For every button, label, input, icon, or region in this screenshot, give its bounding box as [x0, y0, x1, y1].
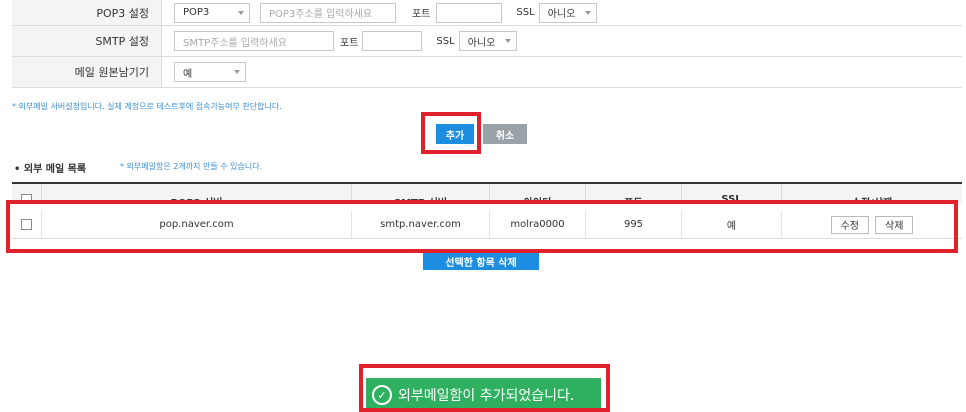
keep-original-label: 메일 원본남기기: [12, 57, 162, 87]
column-header-edit-delete: 수정/삭제: [851, 198, 893, 204]
chevron-down-icon: [584, 10, 591, 15]
keep-original-row: 메일 원본남기기 예: [12, 57, 962, 88]
pop3-ssl-label: SSL: [516, 7, 535, 18]
column-header-id: 아이디: [490, 184, 586, 204]
pop3-protocol-select[interactable]: POP3: [174, 2, 250, 23]
row-checkbox[interactable]: [21, 219, 32, 230]
cell-pop3: pop.naver.com: [42, 211, 352, 238]
pop3-address-input[interactable]: POP3주소를 입력하세요: [260, 2, 396, 23]
pop3-ssl-select[interactable]: 아니오: [538, 2, 597, 23]
pop3-port-label: 포트: [412, 9, 431, 20]
external-mail-list-title: • 외부 메일 목록: [14, 164, 87, 175]
cell-actions: 수정 삭제: [782, 211, 962, 238]
smtp-address-input[interactable]: SMTP주소를 입력하세요: [174, 31, 334, 51]
pop3-settings-label: POP3 설정: [12, 0, 162, 25]
toast-message: 외부메일함이 추가되었습니다.: [398, 388, 575, 404]
select-all-checkbox[interactable]: [21, 194, 32, 204]
cell-port: 995: [586, 211, 682, 238]
row-checkbox-cell: [12, 211, 42, 238]
cancel-button[interactable]: 취소: [483, 124, 527, 144]
server-notice: * 외부메일 서버설정입니다. 실제 계정으로 테스트후에 접속가능여부 판단합…: [12, 102, 282, 111]
table-header: POP3 서버 SMTP 서버 아이디 포트 SSL 수정/삭제: [12, 182, 962, 204]
smtp-ssl-select[interactable]: 아니오: [458, 31, 517, 51]
add-button[interactable]: 추가: [436, 124, 474, 144]
smtp-ssl-label: SSL: [436, 35, 455, 47]
keep-original-select[interactable]: 예: [174, 62, 246, 82]
smtp-port-label: 포트: [340, 37, 359, 49]
delete-button[interactable]: 삭제: [875, 215, 914, 234]
chevron-down-icon: [238, 10, 244, 15]
success-toast: ✓ 외부메일함이 추가되었습니다.: [366, 378, 601, 412]
pop3-port-input[interactable]: [436, 2, 503, 23]
column-header-smtp: SMTP 서버: [352, 184, 490, 204]
mail-settings-form: POP3 설정 POP3 POP3주소를 입력하세요 포트 SSL 아니오 SM…: [12, 0, 962, 88]
check-circle-icon: ✓: [372, 385, 392, 405]
smtp-settings-row: SMTP 설정 SMTP주소를 입력하세요 포트 SSL 아니오: [12, 26, 962, 57]
cell-ssl: 예: [682, 211, 782, 238]
chevron-down-icon: [504, 39, 511, 43]
column-header-port: 포트: [586, 184, 682, 204]
delete-selected-button[interactable]: 선택한 항목 삭제: [423, 252, 539, 270]
column-header-ssl: SSL: [682, 184, 782, 204]
cell-id: molra0000: [490, 211, 586, 238]
smtp-port-input[interactable]: [362, 31, 423, 51]
external-mail-list-note: * 외부메일함은 2개까지 만들 수 있습니다.: [120, 162, 263, 171]
table-row: pop.naver.com smtp.naver.com molra0000 9…: [12, 211, 962, 239]
pop3-settings-row: POP3 설정 POP3 POP3주소를 입력하세요 포트 SSL 아니오: [12, 0, 962, 26]
cell-smtp: smtp.naver.com: [352, 211, 490, 238]
edit-button[interactable]: 수정: [830, 215, 869, 234]
header-checkbox-cell: [12, 184, 42, 204]
smtp-settings-label: SMTP 설정: [12, 26, 162, 56]
chevron-down-icon: [234, 70, 240, 74]
column-header-pop3: POP3 서버: [42, 184, 352, 204]
